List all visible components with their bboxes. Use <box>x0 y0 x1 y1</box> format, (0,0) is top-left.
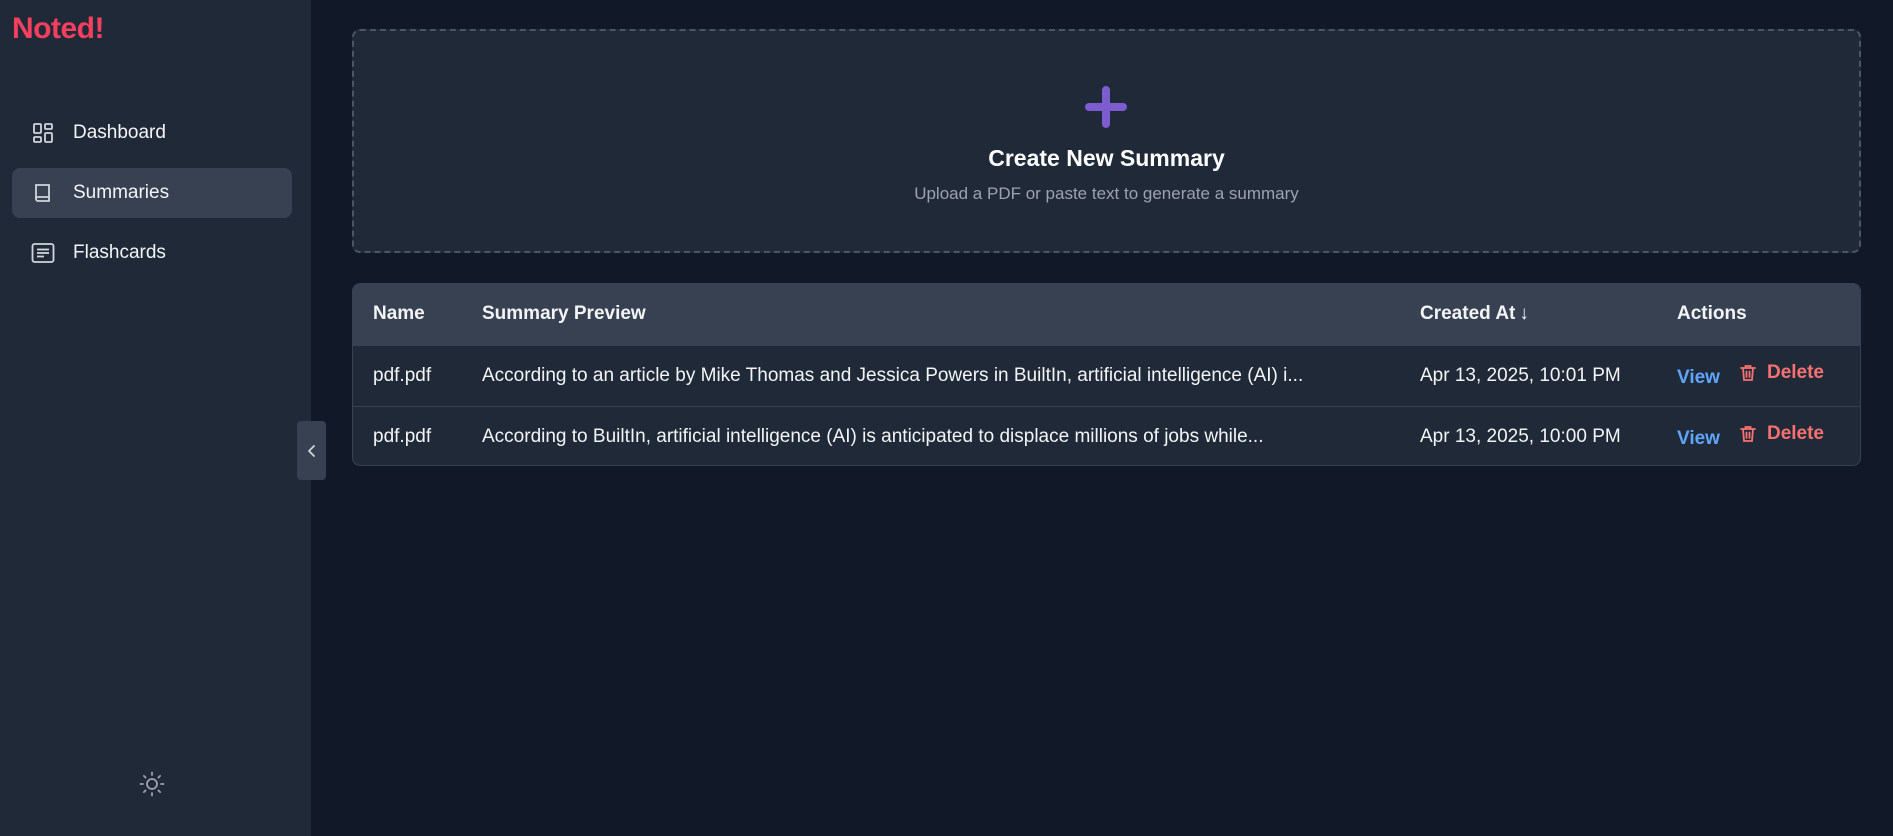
row-actions: View Delete <box>1657 345 1860 406</box>
create-summary-card[interactable]: Create New Summary Upload a PDF or paste… <box>352 29 1861 253</box>
sort-desc-icon: ↓ <box>1519 303 1529 325</box>
table-row: pdf.pdf According to an article by Mike … <box>353 345 1860 406</box>
header-preview: Summary Preview <box>482 303 646 325</box>
sidebar-item-label: Flashcards <box>73 242 166 263</box>
header-actions: Actions <box>1677 303 1747 325</box>
plus-icon <box>1085 86 1127 128</box>
create-summary-title: Create New Summary <box>988 145 1225 171</box>
row-created-at: Apr 13, 2025, 10:01 PM <box>1420 364 1621 386</box>
main-content: Create New Summary Upload a PDF or paste… <box>311 0 1893 836</box>
theme-toggle-button[interactable] <box>139 771 165 797</box>
dashboard-icon <box>31 121 55 145</box>
header-created-at[interactable]: Created At ↓ <box>1400 284 1657 345</box>
row-name: pdf.pdf <box>373 425 432 447</box>
view-button[interactable]: View <box>1677 428 1720 449</box>
delete-label: Delete <box>1766 362 1824 383</box>
app-logo: Noted! <box>12 12 104 45</box>
table-header-row: Name Summary Preview Created At ↓ Actions <box>353 284 1860 345</box>
book-icon <box>31 181 55 205</box>
sidebar-item-label: Summaries <box>73 182 170 203</box>
sidebar-item-summaries[interactable]: Summaries <box>12 168 292 218</box>
create-summary-subtitle: Upload a PDF or paste text to generate a… <box>914 184 1299 203</box>
row-created-at: Apr 13, 2025, 10:00 PM <box>1420 425 1621 447</box>
row-actions: View Delete <box>1657 406 1860 465</box>
sidebar-item-dashboard[interactable]: Dashboard <box>12 108 292 158</box>
sidebar-item-label: Dashboard <box>73 122 166 143</box>
header-created-label: Created At <box>1420 303 1516 325</box>
card-list-icon <box>31 241 55 265</box>
row-preview: According to BuiltIn, artificial intelli… <box>482 425 1264 447</box>
summaries-table: Name Summary Preview Created At ↓ Actions… <box>352 283 1861 466</box>
sidebar-nav: Dashboard Summaries Flashcards <box>12 108 292 288</box>
sidebar: Noted! Dashboard Summaries Flashcards <box>0 0 311 836</box>
row-preview: According to an article by Mike Thomas a… <box>482 364 1304 386</box>
table-row: pdf.pdf According to BuiltIn, artificial… <box>353 406 1860 465</box>
row-name: pdf.pdf <box>373 364 432 386</box>
view-button[interactable]: View <box>1677 367 1720 388</box>
sun-icon <box>139 771 165 797</box>
delete-label: Delete <box>1766 423 1824 445</box>
sidebar-item-flashcards[interactable]: Flashcards <box>12 228 292 278</box>
header-name: Name <box>373 303 425 325</box>
delete-button[interactable]: Delete <box>1738 362 1824 384</box>
trash-icon <box>1738 363 1758 383</box>
delete-button[interactable]: Delete <box>1738 423 1824 445</box>
trash-icon <box>1738 424 1758 444</box>
